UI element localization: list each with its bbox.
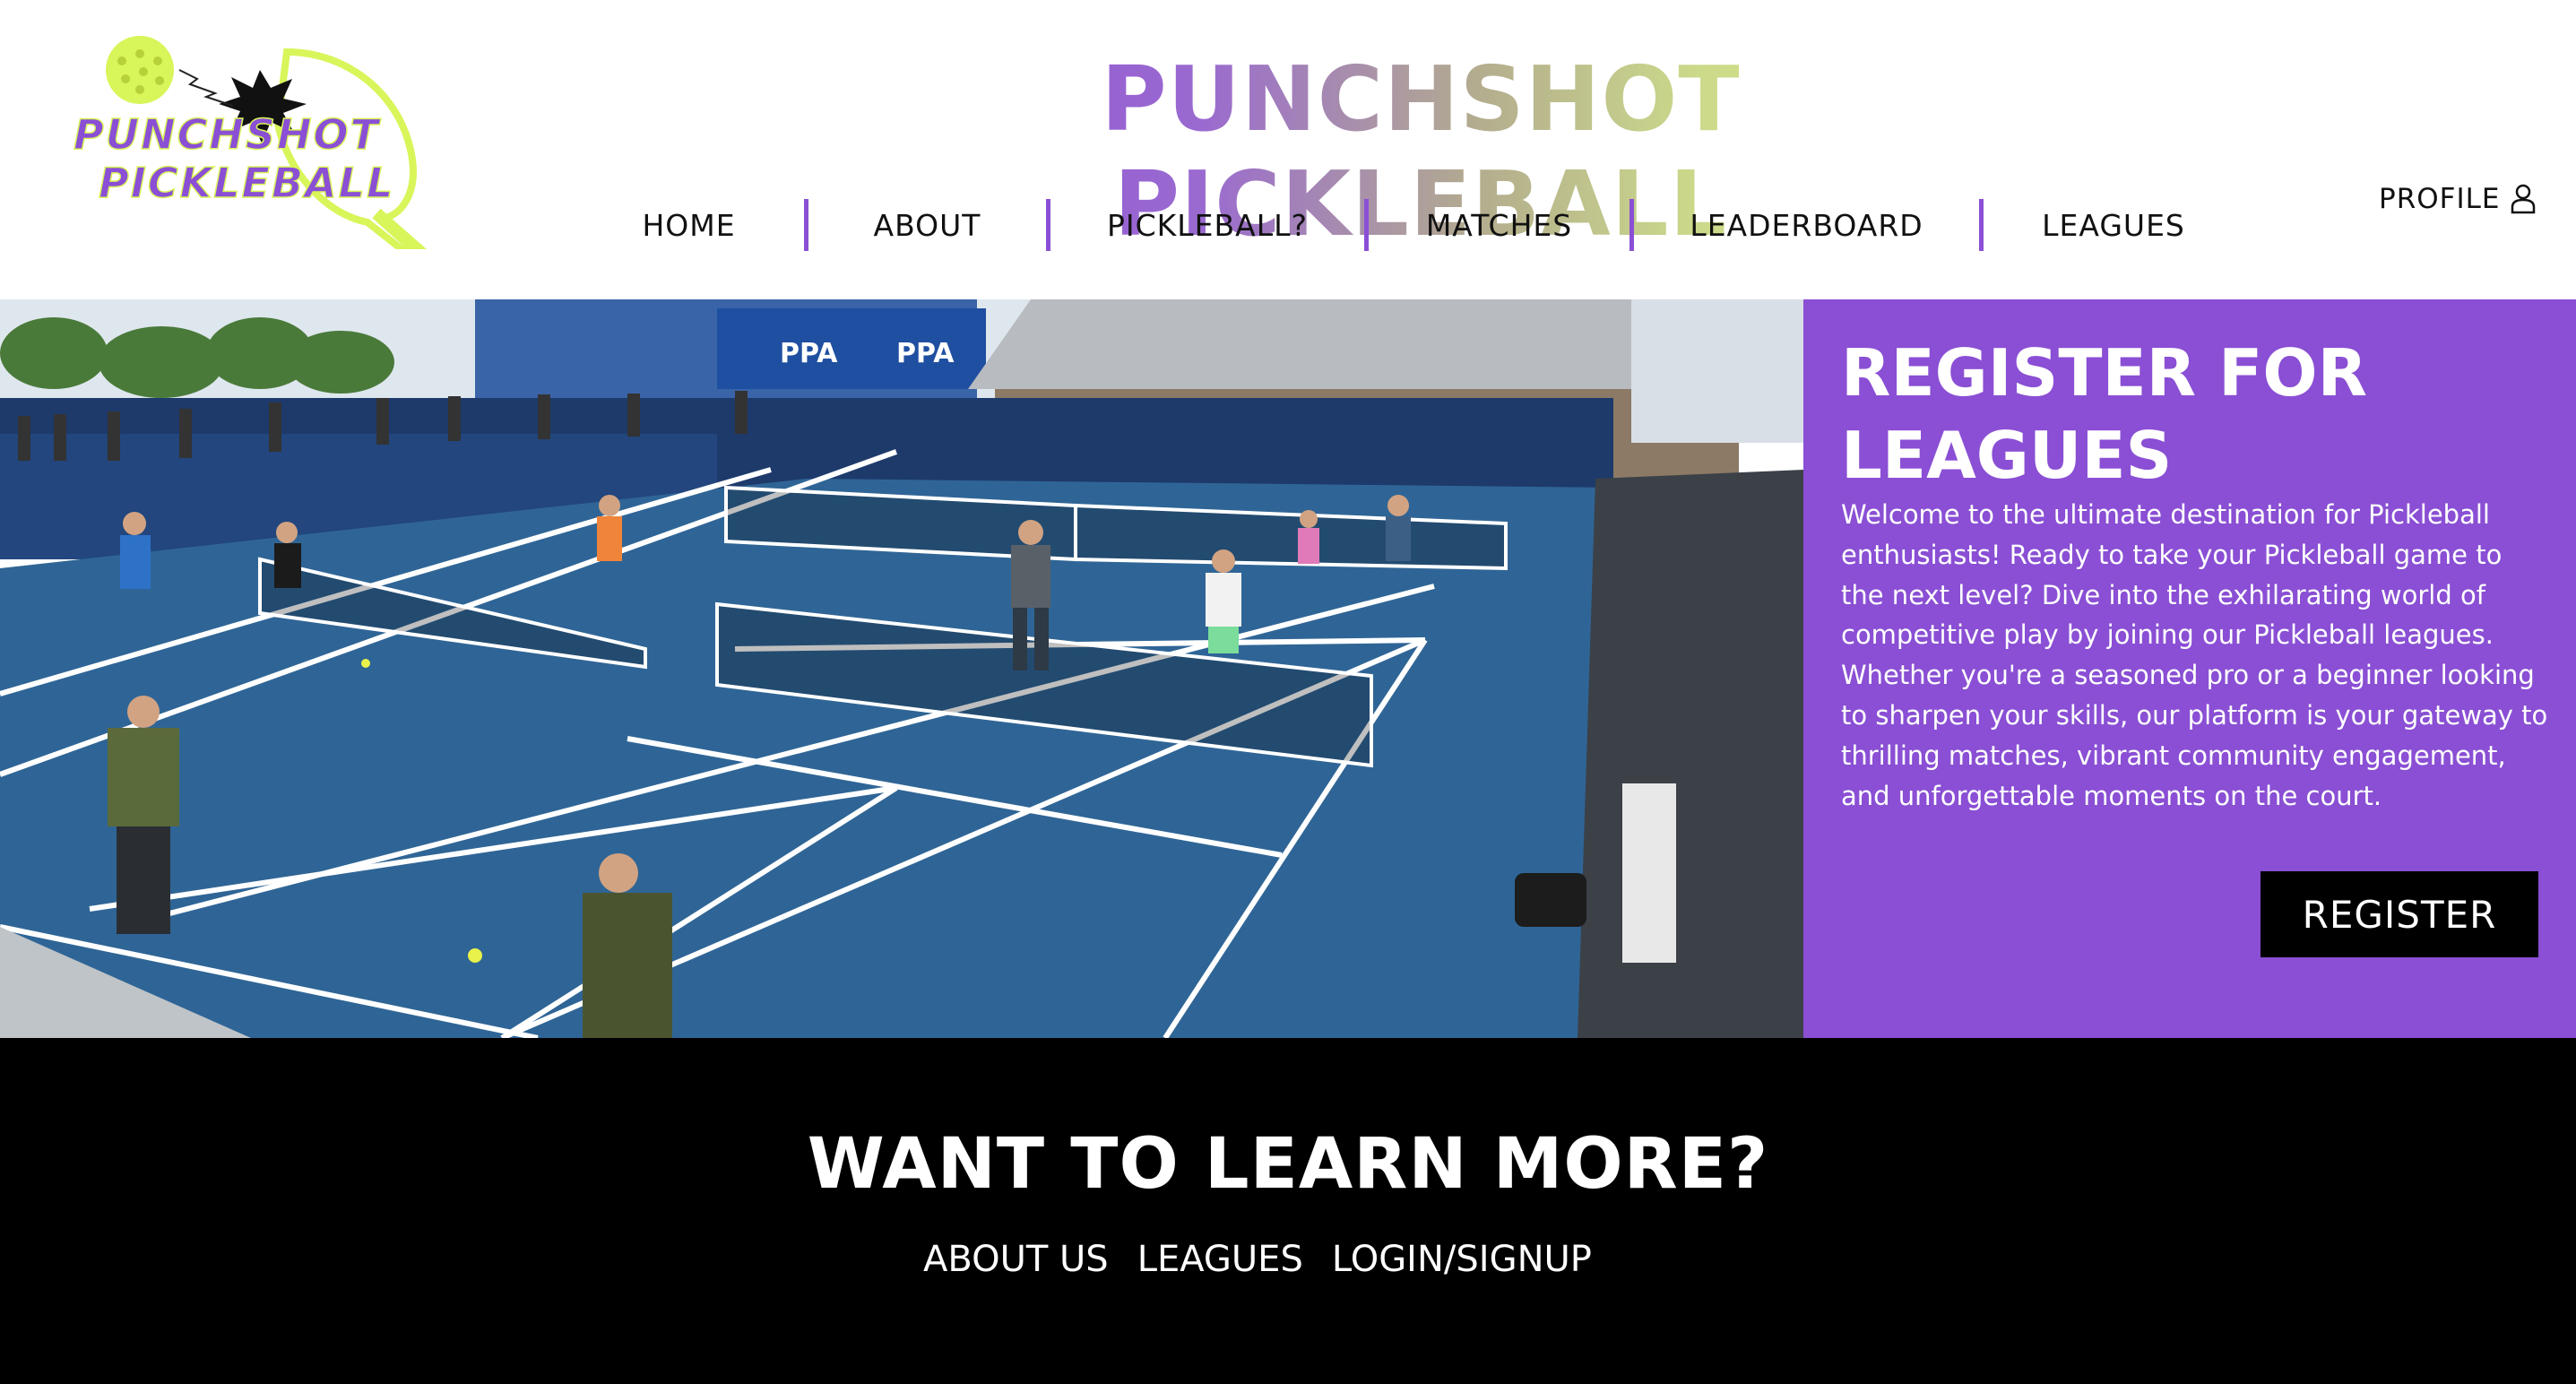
nav-home[interactable]: HOME (574, 208, 804, 243)
profile-link[interactable]: PROFILE (2379, 183, 2536, 215)
site-logo[interactable]: PUNCHSHOT PICKLEBALL (63, 34, 457, 249)
login-signup-label: LOGIN/SIGNUP (1331, 1239, 1592, 1280)
site-header: PUNCHSHOT PICKLEBALL PUNCHSHOT PICKLEBAL… (0, 0, 2576, 299)
hero-court-photo: PPA PPA (0, 299, 1803, 1038)
svg-text:PICKLEBALL: PICKLEBALL (99, 159, 394, 207)
about-us-label: ABOUT US (923, 1239, 1109, 1280)
leagues-label: LEAGUES (1137, 1239, 1303, 1280)
register-title: REGISTER FOR LEAGUES (1841, 335, 2368, 493)
nav-pickleball[interactable]: PICKLEBALL? (1050, 208, 1364, 243)
leagues-link[interactable]: LEAGUES (1137, 1237, 1303, 1293)
learn-more-links: ABOUT US LEAGUES LOGIN/SIGNUP (923, 1237, 1592, 1293)
learn-more-section: WANT TO LEARN MORE? ABOUT US LEAGUES LOG… (0, 1038, 2576, 1384)
register-button[interactable]: REGISTER (2260, 871, 2538, 957)
svg-text:PPA: PPA (896, 338, 955, 369)
nav-leagues[interactable]: LEAGUES (1984, 208, 2243, 243)
court-image: PPA PPA (0, 299, 1803, 1038)
user-icon (2511, 184, 2536, 214)
learn-more-title: WANT TO LEARN MORE? (807, 1124, 1769, 1205)
about-us-link[interactable]: ABOUT US (923, 1237, 1109, 1293)
register-panel: REGISTER FOR LEAGUES Welcome to the ulti… (1803, 299, 2576, 1038)
login-signup-link[interactable]: LOGIN/SIGNUP (1331, 1237, 1592, 1293)
svg-text:PUNCHSHOT: PUNCHSHOT (73, 110, 382, 159)
nav-about[interactable]: ABOUT (808, 208, 1046, 243)
svg-text:PPA: PPA (780, 338, 838, 369)
register-description: Welcome to the ultimate destination for … (1841, 499, 2548, 811)
main-nav: HOME ABOUT PICKLEBALL? MATCHES LEADERBOA… (574, 195, 2243, 255)
nav-leaderboard[interactable]: LEADERBOARD (1634, 208, 1979, 243)
profile-label: PROFILE (2379, 183, 2501, 215)
nav-matches[interactable]: MATCHES (1369, 208, 1629, 243)
